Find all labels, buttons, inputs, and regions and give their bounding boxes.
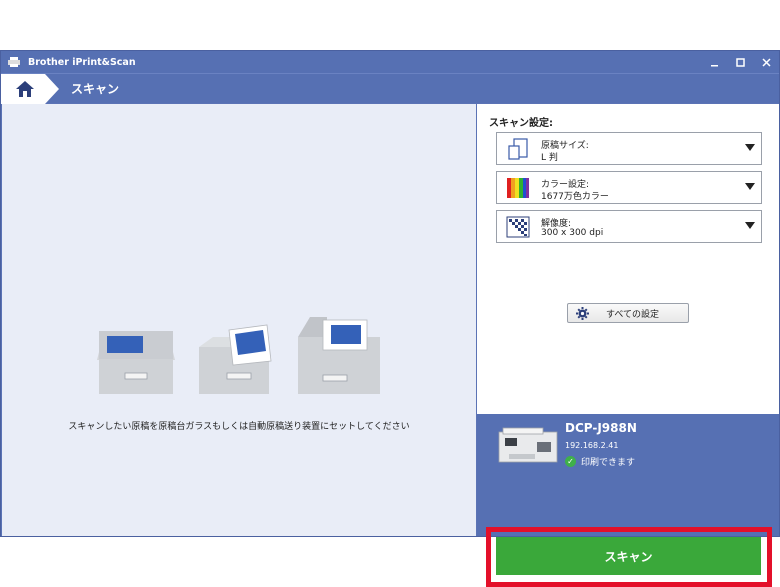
maximize-button[interactable] — [727, 51, 753, 73]
title-bar: Brother iPrint&Scan — [1, 51, 779, 73]
scanner-placement-illustration — [97, 317, 380, 394]
minimize-icon — [710, 64, 718, 66]
close-button[interactable] — [753, 51, 779, 73]
scan-preview-area: スキャンしたい原稿を原稿台ガラスもしくは自動原稿送り装置にセットしてください — [2, 104, 476, 536]
device-status-text: 印刷できます — [581, 458, 636, 468]
scan-button[interactable]: スキャン — [496, 537, 761, 575]
printer-app-icon — [8, 57, 20, 67]
device-panel: DCP-J988N 192.168.2.41 ✓ 印刷できます スキャン — [477, 414, 779, 587]
chevron-down-icon — [745, 222, 755, 229]
app-window: Brother iPrint&Scan スキャン スキャンしたい原稿を原稿台ガラ… — [0, 50, 780, 587]
adf-scanner-icon — [298, 317, 380, 394]
chevron-down-icon — [745, 144, 755, 151]
placement-instruction: スキャンしたい原稿を原稿台ガラスもしくは自動原稿送り装置にセットしてください — [68, 422, 410, 432]
maximize-icon — [735, 57, 745, 67]
gear-icon — [576, 307, 589, 320]
page-title: スキャン — [71, 82, 120, 96]
window-title: Brother iPrint&Scan — [28, 56, 136, 68]
resolution-value: 300 x 300 dpi — [541, 228, 604, 238]
color-setting-icon — [507, 178, 529, 198]
resolution-icon — [506, 216, 530, 238]
device-status: ✓ 印刷できます — [565, 455, 635, 468]
home-icon — [16, 81, 34, 97]
home-button[interactable] — [1, 74, 59, 104]
flatbed-scanner-icon — [97, 331, 175, 394]
paper-size-value: L 判 — [541, 153, 558, 163]
nav-bar: スキャン — [1, 73, 779, 104]
all-settings-button[interactable]: すべての設定 — [567, 303, 689, 323]
scan-settings-heading: スキャン設定: — [489, 118, 553, 129]
paper-size-select[interactable]: 原稿サイズ: L 判 — [496, 132, 762, 165]
scan-settings-panel: スキャン設定: 原稿サイズ: L 判 カラー設定: 1677万色カラー 解像度:… — [477, 104, 779, 414]
minimize-button[interactable] — [701, 51, 727, 73]
chevron-down-icon — [745, 183, 755, 190]
device-ip: 192.168.2.41 — [565, 441, 619, 450]
resolution-select[interactable]: 解像度: 300 x 300 dpi — [496, 210, 762, 243]
device-name: DCP-J988N — [565, 421, 637, 435]
printer-icon — [498, 427, 558, 463]
color-setting-value: 1677万色カラー — [541, 192, 609, 202]
color-setting-select[interactable]: カラー設定: 1677万色カラー — [496, 171, 762, 204]
close-icon — [761, 57, 771, 67]
check-icon: ✓ — [565, 456, 576, 467]
all-settings-label: すべての設定 — [606, 310, 660, 320]
paper-size-icon — [508, 138, 528, 160]
scanner-document-icon — [199, 324, 272, 394]
